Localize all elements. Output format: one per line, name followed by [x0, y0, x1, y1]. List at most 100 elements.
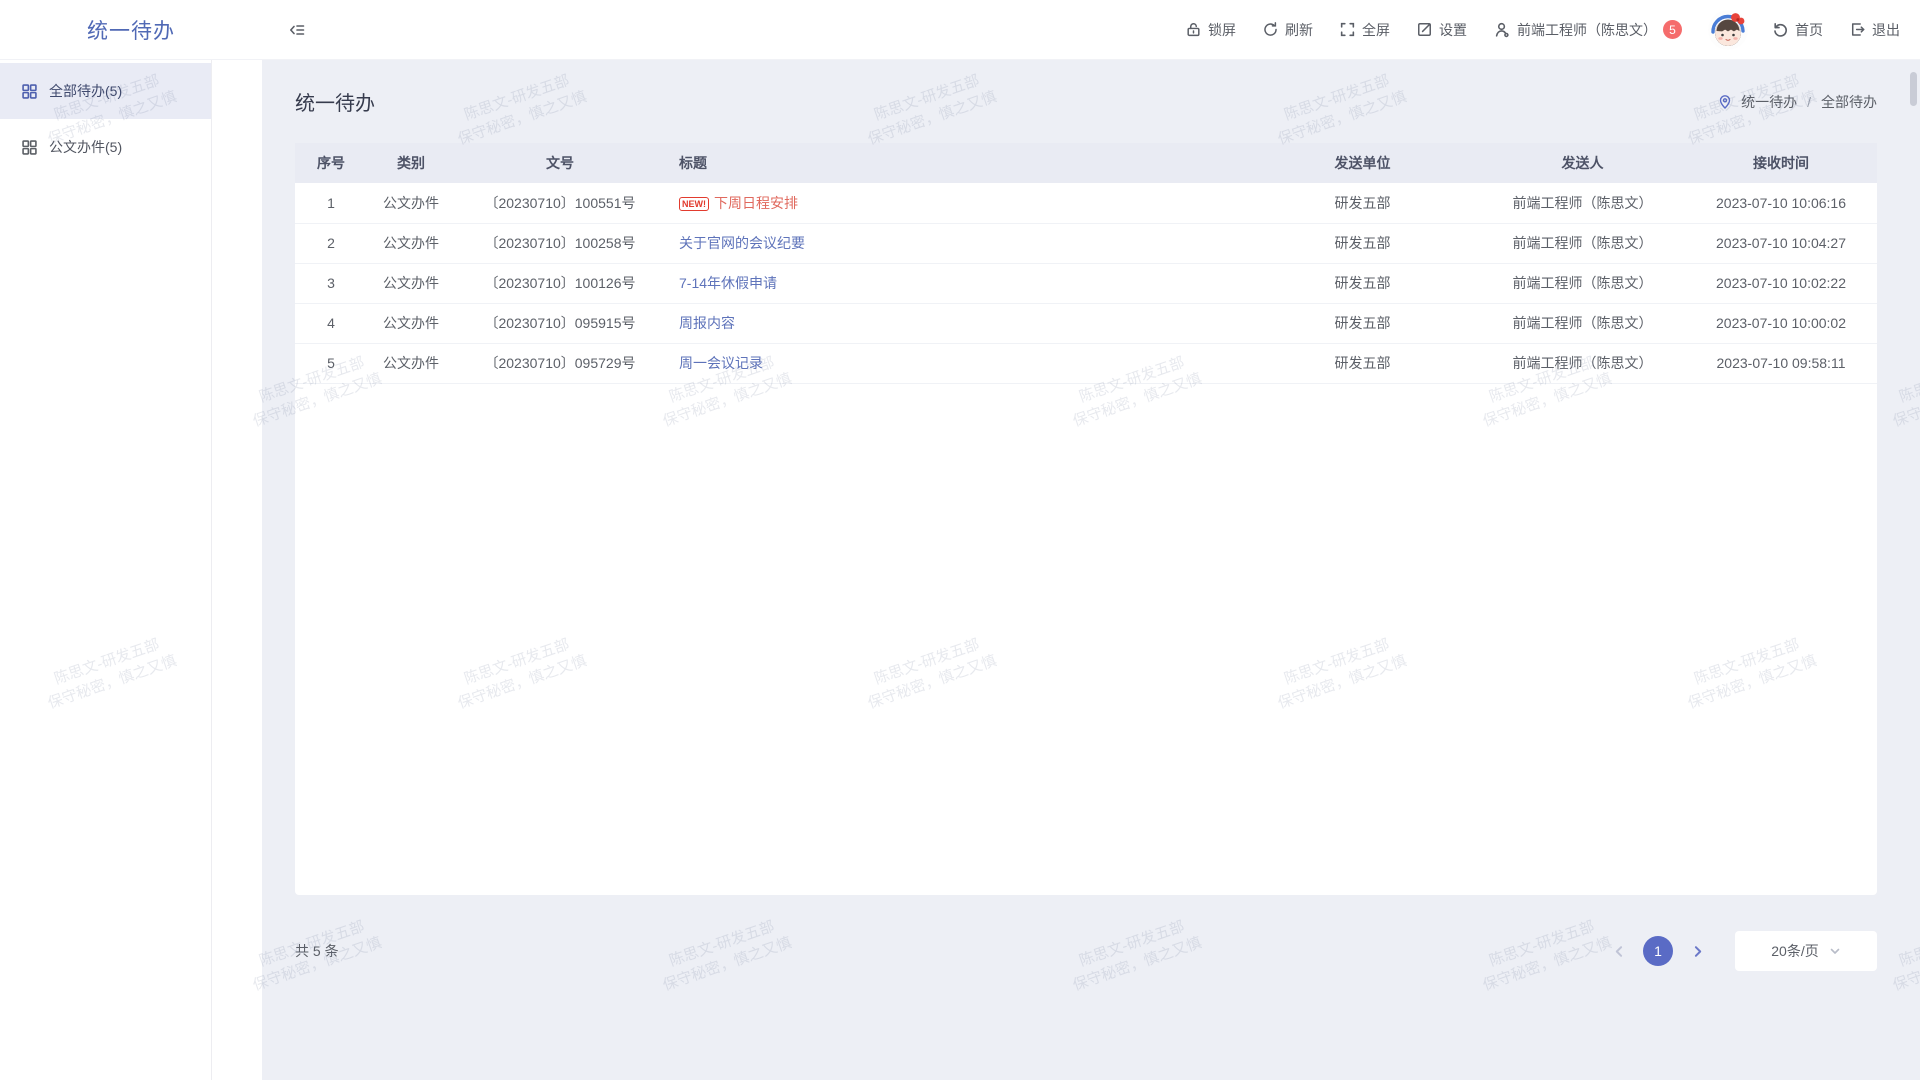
cell-title: 周报内容 — [665, 303, 1245, 343]
new-icon: NEW! — [679, 197, 709, 211]
logout-button[interactable]: 退出 — [1849, 20, 1900, 40]
cell-doc-number: 〔20230710〕100126号 — [455, 263, 665, 303]
cell-doc-number: 〔20230710〕095915号 — [455, 303, 665, 343]
sidebar-item-official-docs[interactable]: 公文办件(5) — [0, 119, 211, 175]
settings-label: 设置 — [1439, 20, 1467, 40]
cell-receive-time: 2023-07-10 10:04:27 — [1685, 223, 1877, 263]
sidebar: 全部待办(5) 公文办件(5) — [0, 60, 262, 1080]
cell-sender: 前端工程师（陈思文） — [1480, 223, 1685, 263]
grid-menu-icon — [21, 83, 38, 100]
cell-sender: 前端工程师（陈思文） — [1480, 303, 1685, 343]
cell-sender: 前端工程师（陈思文） — [1480, 183, 1685, 223]
todo-table-card: 序号类别文号标题发送单位发送人接收时间 1公文办件〔20230710〕10055… — [295, 143, 1877, 895]
home-back-icon — [1772, 21, 1789, 38]
grid-menu-icon — [21, 139, 38, 156]
page-size-value: 20条/页 — [1771, 941, 1818, 961]
cell-send-unit: 研发五部 — [1245, 183, 1480, 223]
cell-receive-time: 2023-07-10 10:02:22 — [1685, 263, 1877, 303]
page-size-select[interactable]: 20条/页 — [1735, 931, 1877, 971]
cell-serial: 1 — [295, 183, 367, 223]
doc-title-link[interactable]: 周报内容 — [679, 315, 735, 331]
column-header: 发送人 — [1480, 143, 1685, 183]
todo-table: 序号类别文号标题发送单位发送人接收时间 1公文办件〔20230710〕10055… — [295, 143, 1877, 384]
user-menu[interactable]: 前端工程师（陈思文） 5 — [1493, 20, 1682, 40]
cell-serial: 2 — [295, 223, 367, 263]
sidebar-item-label: 公文办件(5) — [49, 137, 122, 157]
fullscreen-label: 全屏 — [1362, 20, 1390, 40]
cell-send-unit: 研发五部 — [1245, 303, 1480, 343]
lock-screen-button[interactable]: 锁屏 — [1185, 20, 1236, 40]
cell-doc-number: 〔20230710〕100551号 — [455, 183, 665, 223]
cell-serial: 3 — [295, 263, 367, 303]
column-header: 接收时间 — [1685, 143, 1877, 183]
breadcrumb-item-current: 全部待办 — [1821, 92, 1877, 112]
column-header: 标题 — [665, 143, 1245, 183]
total-count-label: 共 5 条 — [295, 941, 339, 961]
cell-sender: 前端工程师（陈思文） — [1480, 263, 1685, 303]
home-button[interactable]: 首页 — [1772, 20, 1823, 40]
sidebar-collapse-icon[interactable] — [288, 21, 306, 39]
doc-title-link[interactable]: 7-14年休假申请 — [679, 275, 777, 291]
refresh-button[interactable]: 刷新 — [1262, 20, 1313, 40]
cell-receive-time: 2023-07-10 10:06:16 — [1685, 183, 1877, 223]
lock-screen-label: 锁屏 — [1208, 20, 1236, 40]
lock-icon — [1185, 21, 1202, 38]
notification-badge[interactable]: 5 — [1663, 20, 1682, 39]
scrollbar-thumb[interactable] — [1910, 72, 1917, 106]
sidebar-menu: 全部待办(5) 公文办件(5) — [0, 60, 212, 1080]
user-icon — [1493, 21, 1511, 39]
doc-title-link[interactable]: 关于官网的会议纪要 — [679, 235, 805, 251]
table-row: 3公文办件〔20230710〕100126号 7-14年休假申请 研发五部前端工程师… — [295, 263, 1877, 303]
cell-title: 周一会议记录 — [665, 343, 1245, 383]
column-header: 类别 — [367, 143, 455, 183]
home-label: 首页 — [1795, 20, 1823, 40]
breadcrumb-item[interactable]: 统一待办 — [1741, 92, 1797, 112]
fullscreen-button[interactable]: 全屏 — [1339, 20, 1390, 40]
settings-icon — [1416, 21, 1433, 38]
cell-receive-time: 2023-07-10 09:58:11 — [1685, 343, 1877, 383]
page-title: 统一待办 — [295, 87, 375, 116]
pagination: 共 5 条 1 20条/页 — [262, 931, 1920, 971]
cell-send-unit: 研发五部 — [1245, 223, 1480, 263]
cell-receive-time: 2023-07-10 10:00:02 — [1685, 303, 1877, 343]
logout-icon — [1849, 21, 1866, 38]
cell-doc-number: 〔20230710〕095729号 — [455, 343, 665, 383]
top-bar: 统一待办 锁屏 刷新 — [0, 0, 1920, 60]
app-logo: 统一待办 — [0, 15, 262, 45]
location-pin-icon — [1717, 94, 1733, 110]
column-header: 序号 — [295, 143, 367, 183]
avatar[interactable] — [1708, 10, 1748, 50]
doc-title-link[interactable]: 周一会议记录 — [679, 355, 763, 371]
logout-label: 退出 — [1872, 20, 1900, 40]
table-row: 5公文办件〔20230710〕095729号周一会议记录 研发五部前端工程师（陈思… — [295, 343, 1877, 383]
cell-serial: 5 — [295, 343, 367, 383]
page-number-button[interactable]: 1 — [1643, 936, 1673, 966]
table-body: 1公文办件〔20230710〕100551号NEW!下周日程安排研发五部前端工程… — [295, 183, 1877, 383]
cell-doc-number: 〔20230710〕100258号 — [455, 223, 665, 263]
cell-sender: 前端工程师（陈思文） — [1480, 343, 1685, 383]
user-name-label: 前端工程师（陈思文） — [1517, 20, 1657, 40]
prev-page-button[interactable] — [1605, 937, 1633, 965]
refresh-label: 刷新 — [1285, 20, 1313, 40]
table-header-row: 序号类别文号标题发送单位发送人接收时间 — [295, 143, 1877, 183]
settings-button[interactable]: 设置 — [1416, 20, 1467, 40]
sidebar-item-all-todos[interactable]: 全部待办(5) — [0, 63, 211, 119]
doc-title-link[interactable]: 下周日程安排 — [714, 195, 798, 211]
table-row: 1公文办件〔20230710〕100551号 NEW! 下周日程安排 研发五部前端工程… — [295, 183, 1877, 223]
breadcrumb: 统一待办 / 全部待办 — [1717, 92, 1877, 112]
cell-send-unit: 研发五部 — [1245, 263, 1480, 303]
cell-category: 公文办件 — [367, 263, 455, 303]
column-header: 发送单位 — [1245, 143, 1480, 183]
fullscreen-icon — [1339, 21, 1356, 38]
next-page-button[interactable] — [1683, 937, 1711, 965]
cell-title: 7-14年休假申请 — [665, 263, 1245, 303]
content-area: 统一待办 统一待办 / 全部待办 — [262, 60, 1920, 1080]
cell-category: 公文办件 — [367, 343, 455, 383]
table-row: 4公文办件〔20230710〕095915号周报内容研发五部前端工程师（陈思文）… — [295, 303, 1877, 343]
column-header: 文号 — [455, 143, 665, 183]
cell-category: 公文办件 — [367, 303, 455, 343]
cell-category: 公文办件 — [367, 183, 455, 223]
cell-send-unit: 研发五部 — [1245, 343, 1480, 383]
breadcrumb-separator: / — [1807, 94, 1811, 110]
cell-title: NEW! 下周日程安排 — [665, 183, 1245, 223]
